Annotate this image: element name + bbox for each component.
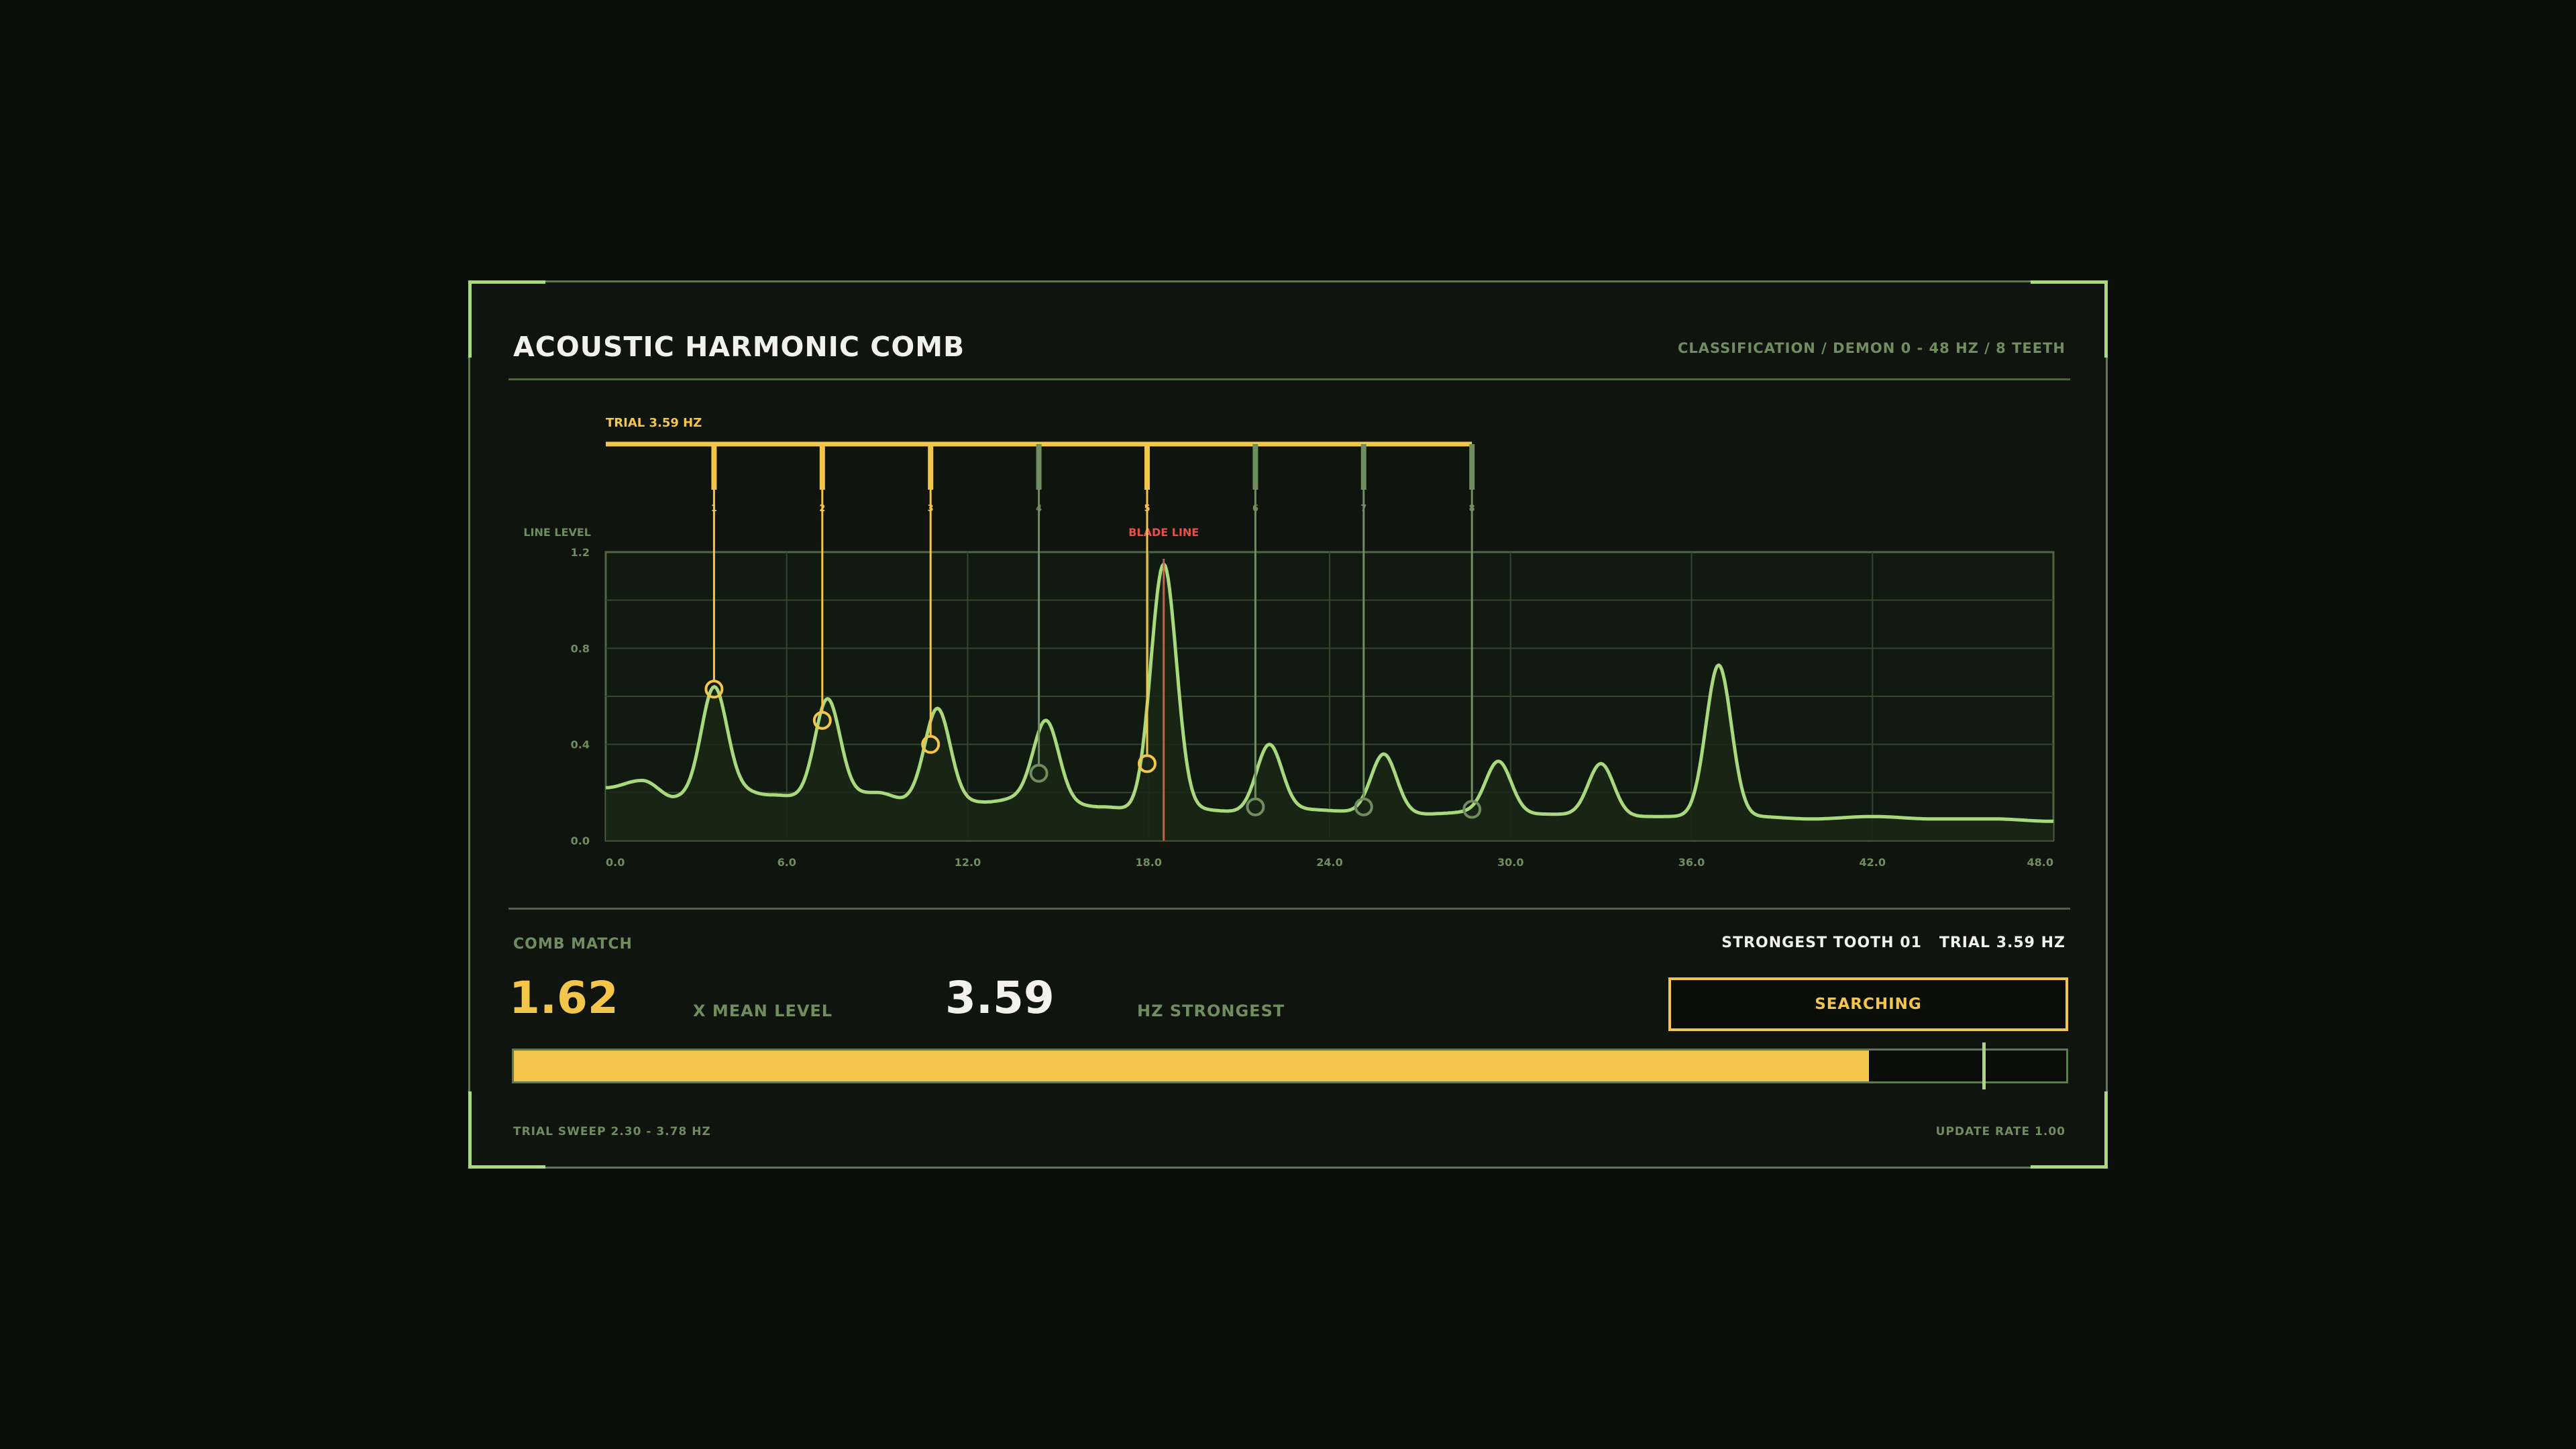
trial-sweep-readout: TRIAL SWEEP 2.30 - 3.78 HZ [513, 1125, 711, 1138]
x-tick-label: 36.0 [1678, 856, 1705, 869]
match-meter-threshold-marker [1982, 1042, 1986, 1089]
match-meter-fill [514, 1051, 1870, 1081]
y-tick-label: 0.8 [571, 642, 590, 655]
comb-match-label: COMB MATCH [513, 936, 633, 953]
comb-tooth-number: 6 [1252, 504, 1258, 514]
spectrum-chart: 0.0 6.0 12.0 18.0 24.0 30.0 36.0 42.0 48.0 0.0 0.4… [523, 416, 2055, 869]
y-axis-label: LINE LEVEL [523, 526, 591, 539]
blade-line-label: BLADE LINE [1128, 526, 1199, 539]
update-rate-readout: UPDATE RATE 1.00 [1935, 1125, 2065, 1138]
x-tick-label: 30.0 [1497, 856, 1523, 869]
match-meter [512, 1042, 2068, 1089]
x-tick-label: 6.0 [777, 856, 796, 869]
comb-tooth-number: 1 [711, 504, 717, 514]
strongest-hz-value: 3.59 [945, 972, 1055, 1024]
strongest-hz-unit: HZ STRONGEST [1137, 1002, 1285, 1020]
comb-tooth-number: 7 [1360, 504, 1366, 514]
mean-level-value: 1.62 [509, 972, 619, 1024]
comb-tooth-number: 2 [819, 504, 825, 514]
x-tick-label: 12.0 [955, 856, 981, 869]
searching-status-button[interactable]: SEARCHING [1668, 977, 2068, 1031]
comb-tooth-number: 5 [1144, 504, 1150, 514]
y-tick-label: 0.4 [571, 739, 590, 751]
mean-level-unit: X MEAN LEVEL [693, 1002, 833, 1020]
section-divider [508, 908, 2070, 910]
comb-tooth-number: 3 [928, 504, 934, 514]
comb-tooth-number: 4 [1036, 504, 1042, 514]
y-tick-label: 0.0 [571, 835, 590, 847]
y-tick-label: 1.2 [571, 546, 590, 559]
x-tick-label: 42.0 [1860, 856, 1886, 869]
comb-trial-label: TRIAL 3.59 HZ [606, 416, 702, 430]
comb-panel: ACOUSTIC HARMONIC COMB CLASSIFICATION / … [468, 280, 2108, 1169]
x-tick-label: 18.0 [1136, 856, 1162, 869]
strongest-tooth-readout: STRONGEST TOOTH 01 TRIAL 3.59 HZ [1721, 934, 2065, 951]
x-tick-label: 0.0 [606, 856, 625, 869]
x-tick-label: 48.0 [2027, 856, 2053, 869]
comb-tooth-number: 8 [1469, 504, 1475, 514]
x-tick-label: 24.0 [1316, 856, 1342, 869]
